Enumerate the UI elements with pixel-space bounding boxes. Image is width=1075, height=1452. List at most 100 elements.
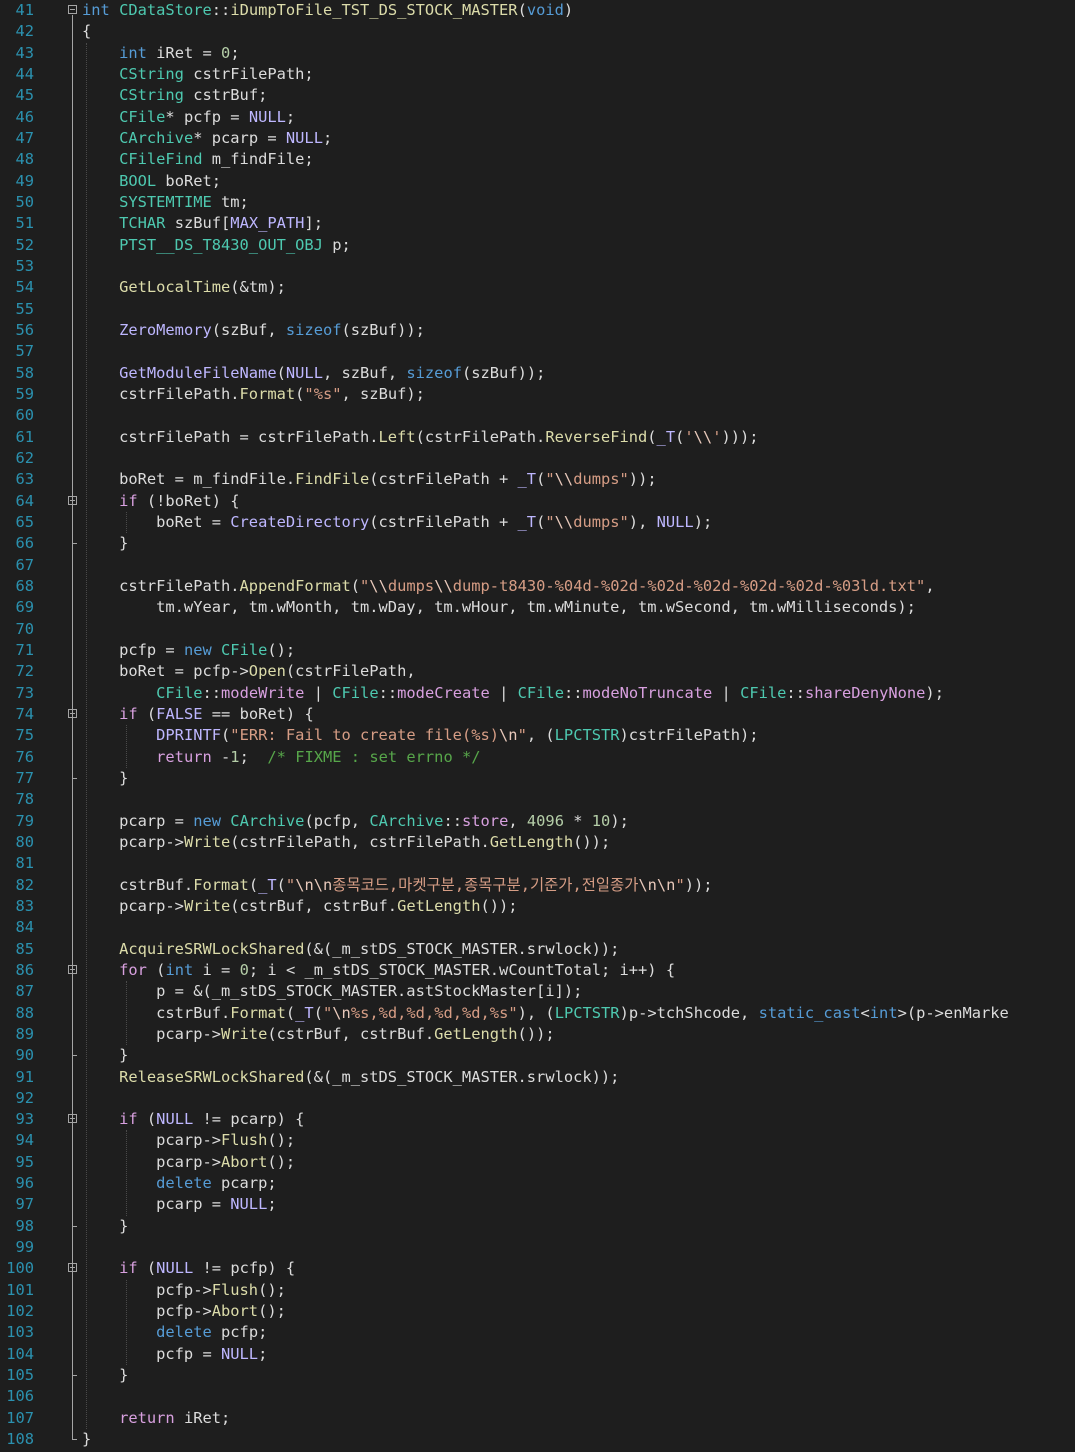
code-line[interactable]: 74 if (FALSE == boRet) { [0,704,1075,725]
code-line[interactable]: 64 if (!boRet) { [0,491,1075,512]
token: LPCTSTR [554,1003,620,1022]
line-number: 54 [15,278,34,297]
code-line[interactable]: 105 } [0,1365,1075,1386]
code-line[interactable]: 50 SYSTEMTIME tm; [0,192,1075,213]
code-line[interactable]: 75 DPRINTF("ERR: Fail to create file(%s)… [0,725,1075,746]
code-line[interactable]: 76 return -1; /* FIXME : set errno */ [0,747,1075,768]
code-line[interactable]: 95 pcarp->Abort(); [0,1152,1075,1173]
code-line[interactable]: 102 pcfp->Abort(); [0,1301,1075,1322]
token: PTST__DS_T8430_OUT_OBJ [119,235,323,254]
line-number: 99 [15,1238,34,1257]
token: ' [684,427,694,446]
code-line[interactable]: 108} [0,1429,1075,1450]
code-line[interactable]: 81 [0,853,1075,874]
collapse-icon[interactable] [68,5,77,14]
code-line[interactable]: 85 AcquireSRWLockShared(&(_m_stDS_STOCK_… [0,939,1075,960]
line-number: 62 [15,448,34,467]
code-line[interactable]: 93 if (NULL != pcarp) { [0,1109,1075,1130]
code-line[interactable]: 63 boRet = m_findFile.FindFile(cstrFileP… [0,469,1075,490]
code-line[interactable]: 68 cstrFilePath.AppendFormat("\\dumps\\d… [0,576,1075,597]
code-line[interactable]: 98 } [0,1216,1075,1237]
code-line[interactable]: 54 GetLocalTime(&tm); [0,277,1075,298]
code-line[interactable]: 59 cstrFilePath.Format("%s", szBuf); [0,384,1075,405]
code-text: CFile* pcfp = NULL; [82,107,295,128]
code-line[interactable]: 60 [0,405,1075,426]
line-number: 104 [6,1344,34,1363]
code-line[interactable]: 48 CFileFind m_findFile; [0,149,1075,170]
code-line[interactable]: 61 cstrFilePath = cstrFilePath.Left(cstr… [0,427,1075,448]
code-line[interactable]: 91 ReleaseSRWLockShared(&(_m_stDS_STOCK_… [0,1067,1075,1088]
code-line[interactable]: 53 [0,256,1075,277]
indent-guide [126,1279,127,1366]
code-line[interactable]: 99 [0,1237,1075,1258]
code-line[interactable]: 77 } [0,768,1075,789]
code-line[interactable]: 51 TCHAR szBuf[MAX_PATH]; [0,213,1075,234]
code-line[interactable]: 84 [0,917,1075,938]
code-line[interactable]: 87 p = &(_m_stDS_STOCK_MASTER.astStockMa… [0,981,1075,1002]
code-editor[interactable]: 41 int CDataStore::iDumpToFile_TST_DS_STO… [0,0,1075,1452]
code-line[interactable]: 94 pcarp->Flush(); [0,1130,1075,1151]
code-line[interactable]: 82 cstrBuf.Format(_T("\n\n종목코드,마켓구분,종목구분… [0,875,1075,896]
code-line[interactable]: 56 ZeroMemory(szBuf, sizeof(szBuf)); [0,320,1075,341]
code-line[interactable]: 96 delete pcarp; [0,1173,1075,1194]
code-text: } [82,533,128,554]
token: NULL [248,107,286,126]
token: GetLength [397,896,481,915]
token: delete [156,1323,212,1342]
token: ; [322,128,333,147]
code-line[interactable]: 55 [0,299,1075,320]
code-line[interactable]: 49 BOOL boRet; [0,171,1075,192]
token: )); [628,470,657,489]
code-line[interactable]: 47 CArchive* pcarp = NULL; [0,128,1075,149]
code-line[interactable]: 42 { [0,21,1075,42]
code-line[interactable]: 104 pcfp = NULL; [0,1344,1075,1365]
token: MAX_PATH [230,214,305,233]
outline-end [72,543,77,545]
code-line[interactable]: 41 int CDataStore::iDumpToFile_TST_DS_STO… [0,0,1075,21]
code-line[interactable]: 86 for (int i = 0; i < _m_stDS_STOCK_MAS… [0,960,1075,981]
code-line[interactable]: 88 cstrBuf.Format(_T("\n%s,%d,%d,%d,%d,%… [0,1003,1075,1024]
line-number: 76 [15,747,34,766]
code-line[interactable]: 78 [0,789,1075,810]
code-line[interactable]: 46 CFile* pcfp = NULL; [0,107,1075,128]
token: %s,%d,%d,%d,%d,%s" [350,1003,518,1022]
code-line[interactable]: 106 [0,1386,1075,1407]
code-line[interactable]: 79 pcarp = new CArchive(pcfp, CArchive::… [0,811,1075,832]
code-line[interactable]: 100 if (NULL != pcfp) { [0,1258,1075,1279]
token: ), ( [517,1003,555,1022]
code-line[interactable]: 103 delete pcfp; [0,1322,1075,1343]
code-line[interactable]: 90 } [0,1045,1075,1066]
code-line[interactable]: 107 return iRet; [0,1408,1075,1429]
code-line[interactable]: 83 pcarp->Write(cstrBuf, cstrBuf.GetLeng… [0,896,1075,917]
code-line[interactable]: 71 pcfp = new CFile(); [0,640,1075,661]
code-text: boRet = CreateDirectory(cstrFilePath + _… [82,512,712,533]
code-line[interactable]: 92 [0,1088,1075,1109]
code-line[interactable]: 73 CFile::modeWrite | CFile::modeCreate … [0,683,1075,704]
line-number: 79 [15,811,34,830]
code-line[interactable]: 45 CString cstrBuf; [0,85,1075,106]
code-text: } [82,768,128,789]
code-line[interactable]: 43 int iRet = 0; [0,43,1075,64]
code-line[interactable]: 44 CString cstrFilePath; [0,64,1075,85]
code-line[interactable]: 62 [0,448,1075,469]
code-line[interactable]: 80 pcarp->Write(cstrFilePath, cstrFilePa… [0,832,1075,853]
code-line[interactable]: 67 [0,555,1075,576]
code-text: p = &(_m_stDS_STOCK_MASTER.astStockMaste… [82,981,582,1002]
code-line[interactable]: 72 boRet = pcfp->Open(cstrFilePath, [0,661,1075,682]
code-line[interactable]: 97 pcarp = NULL; [0,1194,1075,1215]
code-line[interactable]: 69 tm.wYear, tm.wMonth, tm.wDay, tm.wHou… [0,597,1075,618]
token: pcfp = [82,640,184,659]
code-line[interactable]: 89 pcarp->Write(cstrBuf, cstrBuf.GetLeng… [0,1024,1075,1045]
code-line[interactable]: 70 [0,619,1075,640]
token: pcarp-> [82,832,184,851]
code-line[interactable]: 65 boRet = CreateDirectory(cstrFilePath … [0,512,1075,533]
token: ; [267,1195,277,1214]
code-line[interactable]: 58 GetModuleFileName(NULL, szBuf, sizeof… [0,363,1075,384]
code-line[interactable]: 52 PTST__DS_T8430_OUT_OBJ p; [0,235,1075,256]
code-line[interactable]: 101 pcfp->Flush(); [0,1280,1075,1301]
token: sizeof [285,320,342,339]
code-line[interactable]: 66 } [0,533,1075,554]
code-line[interactable]: 57 [0,341,1075,362]
